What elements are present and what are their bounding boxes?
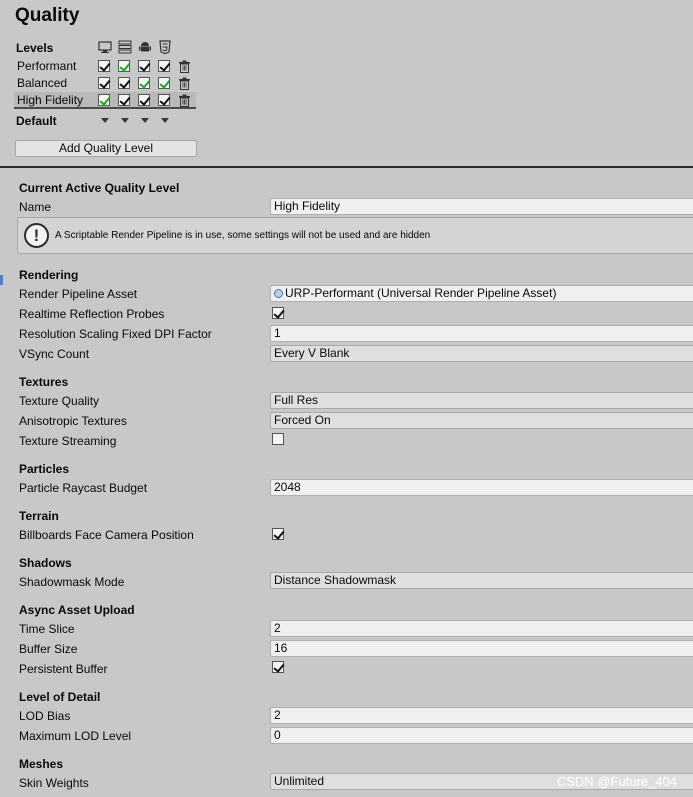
level-toggle-webgl[interactable] xyxy=(158,77,170,89)
name-label: Name xyxy=(19,200,52,214)
particle-raycast-field[interactable]: 2048 xyxy=(270,479,693,496)
anisotropic-label: Anisotropic Textures xyxy=(19,414,127,428)
texture-streaming-checkbox[interactable] xyxy=(272,433,284,445)
default-dropdown-android[interactable] xyxy=(141,118,149,123)
warning-icon: ! xyxy=(24,223,49,248)
skin-weights-label: Skin Weights xyxy=(19,776,89,790)
dpi-factor-field[interactable]: 1 xyxy=(270,325,693,342)
vsync-label: VSync Count xyxy=(19,347,90,361)
desktop-icon xyxy=(98,41,112,53)
render-pipeline-value: URP-Performant (Universal Render Pipelin… xyxy=(285,286,557,300)
level-toggle-android[interactable] xyxy=(138,60,150,72)
level-name: High Fidelity xyxy=(17,93,84,107)
section-async-title: Async Asset Upload xyxy=(19,603,135,617)
level-toggle-server[interactable] xyxy=(118,94,130,106)
lod-bias-field[interactable]: 2 xyxy=(270,707,693,724)
particle-raycast-label: Particle Raycast Budget xyxy=(19,481,148,495)
level-toggle-android[interactable] xyxy=(138,94,150,106)
section-particles-title: Particles xyxy=(19,462,70,476)
name-field[interactable]: High Fidelity xyxy=(270,198,693,215)
levels-header: Levels xyxy=(16,41,54,55)
time-slice-label: Time Slice xyxy=(19,622,75,636)
section-terrain-title: Terrain xyxy=(19,509,59,523)
level-toggle-standalone[interactable] xyxy=(98,77,110,89)
asset-icon xyxy=(274,289,283,298)
section-meshes-title: Meshes xyxy=(19,757,64,771)
add-quality-level-button[interactable]: Add Quality Level xyxy=(15,140,197,157)
page-title: Quality xyxy=(15,5,80,26)
trash-icon[interactable] xyxy=(178,60,191,73)
persistent-buffer-checkbox[interactable] xyxy=(272,661,284,673)
server-icon xyxy=(118,40,132,54)
level-row-high-fidelity[interactable]: High Fidelity xyxy=(14,92,196,109)
level-toggle-server[interactable] xyxy=(118,77,130,89)
level-name: Balanced xyxy=(17,76,68,90)
lod-bias-label: LOD Bias xyxy=(19,709,71,723)
trash-icon[interactable] xyxy=(178,77,191,90)
realtime-reflection-label: Realtime Reflection Probes xyxy=(19,307,165,321)
android-icon xyxy=(139,42,151,52)
render-pipeline-label: Render Pipeline Asset xyxy=(19,287,138,301)
anisotropic-dropdown[interactable]: Forced On xyxy=(270,412,693,429)
texture-quality-dropdown[interactable]: Full Res xyxy=(270,392,693,409)
level-row-performant[interactable]: Performant xyxy=(14,58,196,75)
section-lod-title: Level of Detail xyxy=(19,690,101,704)
default-label: Default xyxy=(16,114,57,128)
shadowmask-label: Shadowmask Mode xyxy=(19,575,125,589)
separator xyxy=(0,166,693,168)
persistent-buffer-label: Persistent Buffer xyxy=(19,662,108,676)
level-toggle-android[interactable] xyxy=(138,77,150,89)
section-active-title: Current Active Quality Level xyxy=(19,181,180,195)
billboards-label: Billboards Face Camera Position xyxy=(19,528,194,542)
level-toggle-webgl[interactable] xyxy=(158,60,170,72)
max-lod-field[interactable]: 0 xyxy=(270,727,693,744)
buffer-size-label: Buffer Size xyxy=(19,642,78,656)
render-pipeline-field[interactable]: URP-Performant (Universal Render Pipelin… xyxy=(270,285,693,302)
max-lod-label: Maximum LOD Level xyxy=(19,729,132,743)
section-textures-title: Textures xyxy=(19,375,69,389)
default-dropdown-standalone[interactable] xyxy=(101,118,109,123)
vsync-dropdown[interactable]: Every V Blank xyxy=(270,345,693,362)
html5-icon xyxy=(159,40,171,54)
level-toggle-standalone[interactable] xyxy=(98,60,110,72)
texture-quality-label: Texture Quality xyxy=(19,394,100,408)
focus-marker xyxy=(0,275,3,285)
dpi-factor-label: Resolution Scaling Fixed DPI Factor xyxy=(19,327,212,341)
level-row-balanced[interactable]: Balanced xyxy=(14,75,196,92)
trash-icon[interactable] xyxy=(178,94,191,107)
time-slice-field[interactable]: 2 xyxy=(270,620,693,637)
section-rendering-title: Rendering xyxy=(19,268,79,282)
texture-streaming-label: Texture Streaming xyxy=(19,434,117,448)
help-text: A Scriptable Render Pipeline is in use, … xyxy=(55,230,431,241)
billboards-checkbox[interactable] xyxy=(272,528,284,540)
default-dropdown-server[interactable] xyxy=(121,118,129,123)
default-dropdown-webgl[interactable] xyxy=(161,118,169,123)
buffer-size-field[interactable]: 16 xyxy=(270,640,693,657)
level-toggle-server[interactable] xyxy=(118,60,130,72)
help-box: ! A Scriptable Render Pipeline is in use… xyxy=(17,217,693,254)
realtime-reflection-checkbox[interactable] xyxy=(272,307,284,319)
watermark: CSDN @Future_404 xyxy=(556,774,677,789)
level-name: Performant xyxy=(17,59,77,73)
shadowmask-dropdown[interactable]: Distance Shadowmask xyxy=(270,572,693,589)
level-toggle-webgl[interactable] xyxy=(158,94,170,106)
level-toggle-standalone[interactable] xyxy=(98,94,110,106)
section-shadows-title: Shadows xyxy=(19,556,72,570)
